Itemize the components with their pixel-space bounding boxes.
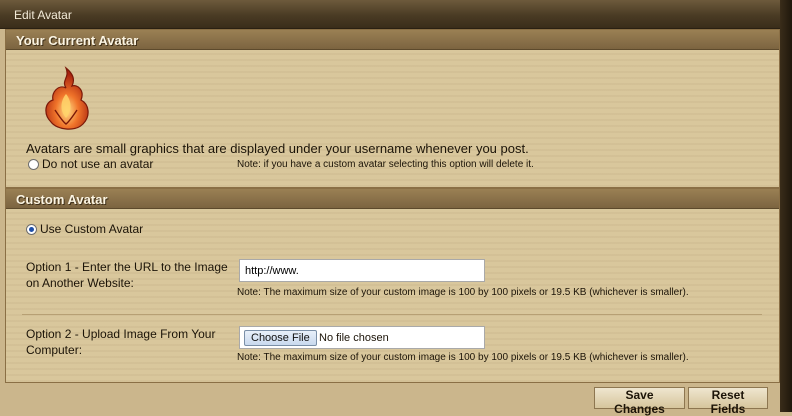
no-avatar-radio[interactable]: [28, 159, 39, 171]
option2-label: Option 2 - Upload Image From Your Comput…: [26, 327, 216, 357]
option1-label: Option 1 - Enter the URL to the Image on…: [26, 260, 228, 290]
current-avatar-panel: Your Current Avatar Avatars are small gr…: [5, 29, 780, 188]
option2-note: Note: The maximum size of your custom im…: [237, 352, 689, 363]
window-titlebar: Edit Avatar: [0, 0, 780, 29]
page-edge: [780, 0, 792, 412]
custom-avatar-header: Custom Avatar: [6, 189, 779, 209]
reset-fields-button[interactable]: Reset Fields: [688, 387, 768, 416]
file-upload-field[interactable]: Choose File No file chosen: [239, 326, 485, 349]
window-title: Edit Avatar: [14, 8, 72, 22]
save-changes-button[interactable]: Save Changes: [594, 387, 685, 416]
current-avatar-title: Your Current Avatar: [16, 33, 139, 48]
choose-file-button[interactable]: Choose File: [244, 330, 317, 346]
no-avatar-label[interactable]: Do not use an avatar: [42, 157, 153, 171]
file-status: No file chosen: [319, 332, 389, 344]
use-custom-option[interactable]: Use Custom Avatar: [26, 222, 143, 236]
no-avatar-note: Note: if you have a custom avatar select…: [237, 159, 534, 170]
flame-avatar-icon: [45, 66, 89, 130]
option1-note: Note: The maximum size of your custom im…: [237, 287, 689, 298]
no-avatar-option[interactable]: Do not use an avatar: [28, 157, 153, 171]
custom-avatar-panel: Custom Avatar Use Custom Avatar Option 1…: [5, 188, 780, 383]
current-avatar-header: Your Current Avatar: [6, 30, 779, 50]
use-custom-label[interactable]: Use Custom Avatar: [40, 222, 143, 236]
divider: [22, 314, 762, 315]
custom-avatar-title: Custom Avatar: [16, 192, 108, 207]
avatar-url-input[interactable]: [239, 259, 485, 282]
use-custom-radio[interactable]: [26, 224, 37, 236]
avatar-description: Avatars are small graphics that are disp…: [26, 141, 529, 156]
